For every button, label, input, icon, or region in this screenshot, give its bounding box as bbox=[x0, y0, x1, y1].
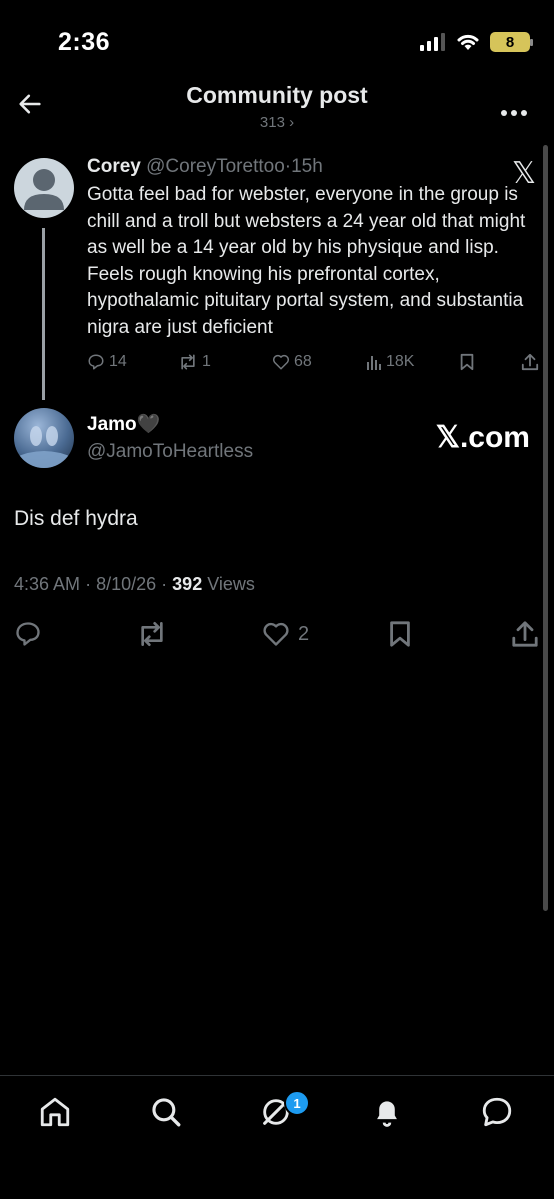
post-meta: 4:36 AM · 8/10/26 · 392 Views bbox=[14, 574, 255, 595]
page-title: Community post bbox=[186, 82, 368, 108]
reply-icon bbox=[16, 622, 40, 646]
nav-home[interactable] bbox=[38, 1095, 72, 1134]
battery-level: 8 bbox=[505, 33, 515, 51]
quoted-author[interactable]: Corey @CoreyTorettoo·15h bbox=[87, 156, 323, 178]
repost-button[interactable] bbox=[136, 620, 168, 653]
post-date: 8/10/26 bbox=[96, 574, 157, 594]
separator: · bbox=[85, 574, 92, 594]
notification-badge: 1 bbox=[284, 1090, 310, 1116]
xcom-watermark: 𝕏.com bbox=[435, 421, 530, 454]
separator: · bbox=[161, 574, 168, 594]
reply-action[interactable]: 14 bbox=[87, 353, 127, 371]
nav-messages[interactable] bbox=[480, 1095, 514, 1134]
status-icons: 8 bbox=[420, 32, 533, 52]
bookmark-action[interactable] bbox=[459, 353, 475, 371]
default-avatar-icon bbox=[24, 169, 64, 210]
scrollbar[interactable] bbox=[543, 145, 548, 911]
like-count: 68 bbox=[294, 353, 312, 370]
repost-action[interactable]: 1 bbox=[178, 353, 211, 371]
quoted-text: Gotta feel bad for webster, everyone in … bbox=[87, 184, 526, 338]
nav-notifications[interactable] bbox=[370, 1095, 404, 1134]
battery-indicator: 8 bbox=[490, 32, 533, 52]
member-count-link[interactable]: 313 › bbox=[0, 114, 554, 131]
search-icon bbox=[152, 1098, 181, 1127]
nav-divider bbox=[0, 1075, 554, 1076]
author-handle: @CoreyTorettoo bbox=[146, 156, 285, 177]
signal-icon bbox=[420, 33, 445, 51]
more-icon bbox=[501, 110, 527, 116]
avatar[interactable] bbox=[14, 158, 74, 218]
repost-count: 1 bbox=[202, 353, 211, 370]
post-age: 15h bbox=[291, 156, 323, 177]
messages-icon bbox=[482, 1097, 512, 1127]
bookmark-icon bbox=[390, 621, 410, 647]
reply-count: 14 bbox=[109, 353, 127, 370]
share-action[interactable] bbox=[521, 353, 539, 371]
bookmark-button[interactable] bbox=[388, 620, 412, 653]
repost-icon bbox=[141, 621, 163, 646]
share-button[interactable] bbox=[511, 620, 539, 653]
like-icon bbox=[263, 622, 289, 646]
thread-line bbox=[42, 228, 45, 400]
nav-search[interactable] bbox=[149, 1095, 183, 1134]
profile-photo bbox=[14, 426, 74, 468]
share-icon bbox=[521, 353, 539, 371]
author-name: Corey bbox=[87, 156, 141, 177]
wifi-icon bbox=[457, 34, 479, 50]
like-button[interactable]: 2 bbox=[262, 620, 309, 648]
home-icon bbox=[40, 1097, 70, 1127]
share-icon bbox=[512, 621, 538, 647]
like-action[interactable]: 68 bbox=[272, 353, 312, 371]
views-label: Views bbox=[207, 574, 255, 594]
notifications-icon bbox=[377, 1101, 397, 1127]
views-count: 392 bbox=[172, 574, 203, 594]
views-count: 18K bbox=[386, 353, 415, 370]
bookmark-icon bbox=[460, 353, 474, 371]
like-icon bbox=[272, 354, 290, 370]
more-button[interactable] bbox=[500, 104, 528, 122]
post-time: 4:36 AM bbox=[14, 574, 81, 594]
avatar[interactable] bbox=[14, 408, 74, 468]
views-icon bbox=[367, 356, 381, 370]
author-handle[interactable]: @JamoToHeartless bbox=[87, 441, 253, 463]
like-count: 2 bbox=[298, 622, 310, 645]
reply-icon bbox=[88, 354, 104, 370]
reply-button[interactable] bbox=[14, 620, 42, 653]
post-text: Dis def hydra bbox=[14, 507, 138, 530]
author-name[interactable]: Jamo🖤 bbox=[87, 412, 160, 436]
repost-icon bbox=[181, 354, 195, 370]
status-time: 2:36 bbox=[58, 28, 111, 56]
views-action[interactable]: 18K bbox=[366, 353, 414, 371]
